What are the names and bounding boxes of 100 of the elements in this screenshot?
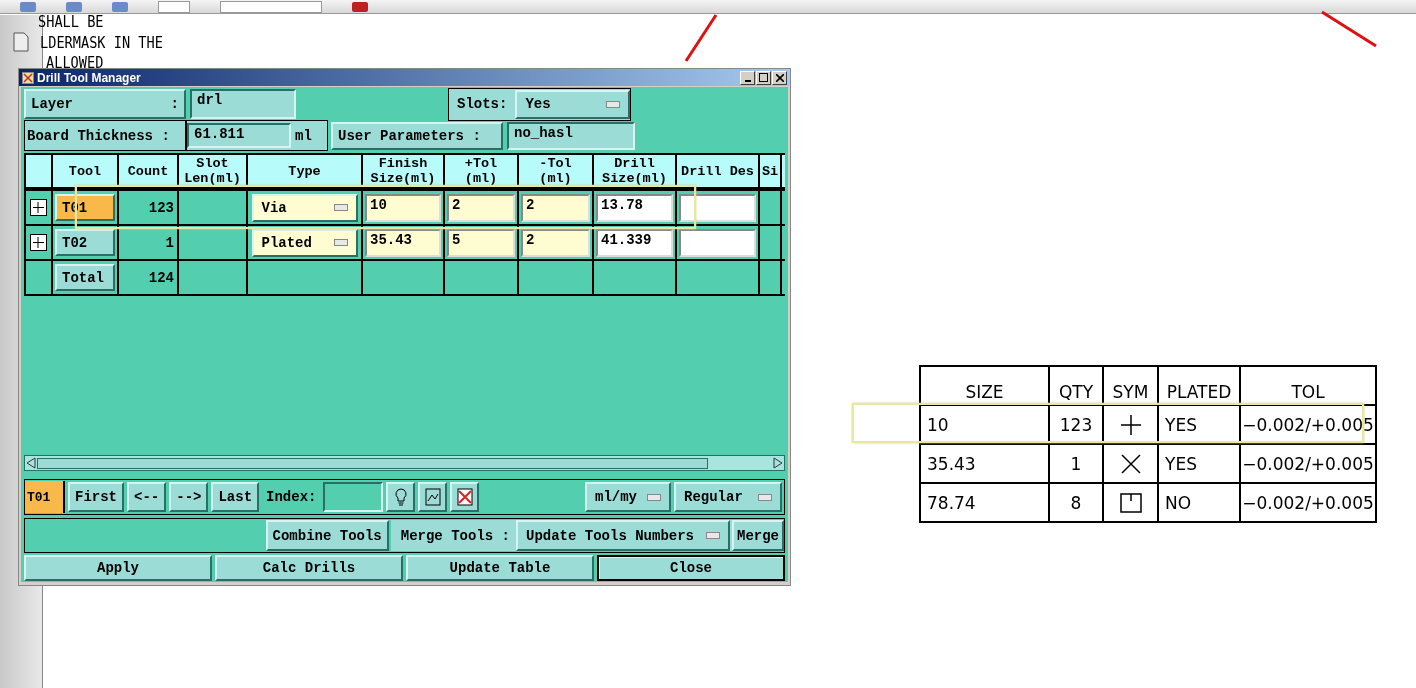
plus-tol-field[interactable]: 2 [447,193,515,222]
delete-icon-button[interactable] [450,482,480,512]
chart-cell-text: −0.002/+0.005 [1241,491,1375,515]
horizontal-scrollbar[interactable] [24,455,785,471]
minimize-button[interactable] [740,70,755,85]
column-header: Finish Size(ml) [363,155,445,187]
close-icon [775,73,784,82]
column-header: Drill Des [677,155,760,187]
index-label: Index: [265,489,318,505]
pdf-icon[interactable] [352,1,368,12]
navigation-button[interactable]: <-- [127,482,167,512]
index-field[interactable] [323,482,384,512]
navigation-button[interactable]: Last [211,482,260,512]
layer-button[interactable]: Layer : [24,89,186,119]
user-parameters-field[interactable]: no_hasl [507,121,635,150]
count-cell: 1 [119,226,179,259]
square-symbol-icon [1119,492,1142,513]
chart-cell: 1 [1050,445,1104,482]
delete-icon [457,488,473,506]
annotation-line [1320,10,1378,48]
chart-cell: YES [1159,406,1241,443]
column-header: -Tol (ml) [519,155,594,187]
finish-size-field[interactable]: 35.43 [365,228,441,257]
drawing-note-text: ALLOWED [46,53,105,73]
action-button[interactable]: Close [597,555,785,581]
chart-header-cell: PLATED [1159,367,1241,404]
unit-label: ml [294,127,313,144]
chart-cell: YES [1159,445,1241,482]
type-dropdown[interactable]: Via [251,193,358,222]
merge-button[interactable]: Merge [732,520,784,551]
slots-dropdown[interactable]: Yes [515,89,631,119]
action-button[interactable]: Calc Drills [215,555,403,581]
maximize-icon [759,73,768,82]
image-icon-button[interactable] [418,482,448,512]
scroll-right-icon[interactable] [772,457,784,469]
drill-des-field[interactable] [679,228,756,257]
column-header: Type [248,155,363,187]
layer-field[interactable]: drl [190,89,296,119]
page-icon[interactable] [13,32,29,52]
drill-size-field[interactable]: 41.339 [596,228,673,257]
drawing-note-text: SHALL BE [38,12,105,33]
drill-size-field[interactable]: 13.78 [596,193,673,222]
chart-header-cell-text: TOL [1290,381,1326,404]
units-dropdown[interactable]: ml/my [585,482,671,512]
current-tool-label: T01 [25,481,65,513]
merge-tools-label: Merge Tools : [399,527,511,544]
annotation-line [684,13,718,63]
drill-des-field[interactable] [679,193,756,222]
plus-symbol-icon [1119,413,1142,436]
column-header: Count [119,155,179,187]
scroll-left-icon[interactable] [25,457,37,469]
dropdown-icon [758,493,772,501]
scrollbar-thumb[interactable] [37,457,708,469]
action-button[interactable]: Update Table [406,555,594,581]
chart-cell: 8 [1050,484,1104,521]
chart-header-cell: SYM [1104,367,1159,404]
chart-cell-text: −0.002/+0.005 [1241,413,1375,437]
plus-tol-field[interactable]: 5 [447,228,515,257]
chart-cell: 10 [921,406,1050,443]
navigation-button[interactable]: First [68,482,124,512]
type-dropdown[interactable]: Plated [251,228,358,257]
minus-tol-field[interactable]: 2 [521,193,590,222]
chart-header-cell: QTY [1050,367,1104,404]
mode-dropdown[interactable]: Regular [674,482,782,512]
thickness-field[interactable]: 61.811 [187,123,291,148]
dropdown-icon [647,493,661,501]
bulb-icon-button[interactable] [386,482,416,512]
board-thickness-label: Board Thickness : [24,120,186,151]
merge-mode-dropdown[interactable]: Update Tools Numbers [516,520,730,551]
finish-size-field[interactable]: 10 [365,193,441,222]
slots-label: Slots: [456,96,509,112]
expand-icon[interactable] [30,199,47,216]
navigation-button[interactable]: --> [169,482,209,512]
tool-button[interactable]: T02 [55,229,115,256]
bulb-icon [394,488,408,506]
dropdown-icon [706,532,720,539]
total-button[interactable]: Total [55,264,115,291]
close-button[interactable] [772,70,787,85]
action-button[interactable]: Apply [24,555,212,581]
minus-tol-field[interactable]: 2 [521,228,590,257]
expand-icon[interactable] [30,234,47,251]
column-header: Slot Len(ml) [179,155,248,187]
dropdown-icon [333,204,348,211]
chart-cell-text: −0.002/+0.005 [1241,452,1375,476]
column-header: +Tol (ml) [445,155,519,187]
dropdown-icon [606,100,621,108]
chart-cell: 78.74 [921,484,1050,521]
column-header: Si [760,155,782,187]
column-header: Drill Size(ml) [594,155,677,187]
chart-cell: 123 [1050,406,1104,443]
page-field[interactable] [158,0,190,13]
combine-tools-button[interactable]: Combine Tools [265,520,389,551]
maximize-button[interactable] [756,70,771,85]
chart-cell: 35.43 [921,445,1050,482]
search-field[interactable] [220,0,322,13]
dropdown-icon [333,239,348,246]
window-title: Drill Tool Manager [37,70,142,85]
user-parameters-button[interactable]: User Parameters : [331,121,503,150]
chart-cell: NO [1159,484,1241,521]
chart-header-cell: SIZE [921,367,1050,404]
